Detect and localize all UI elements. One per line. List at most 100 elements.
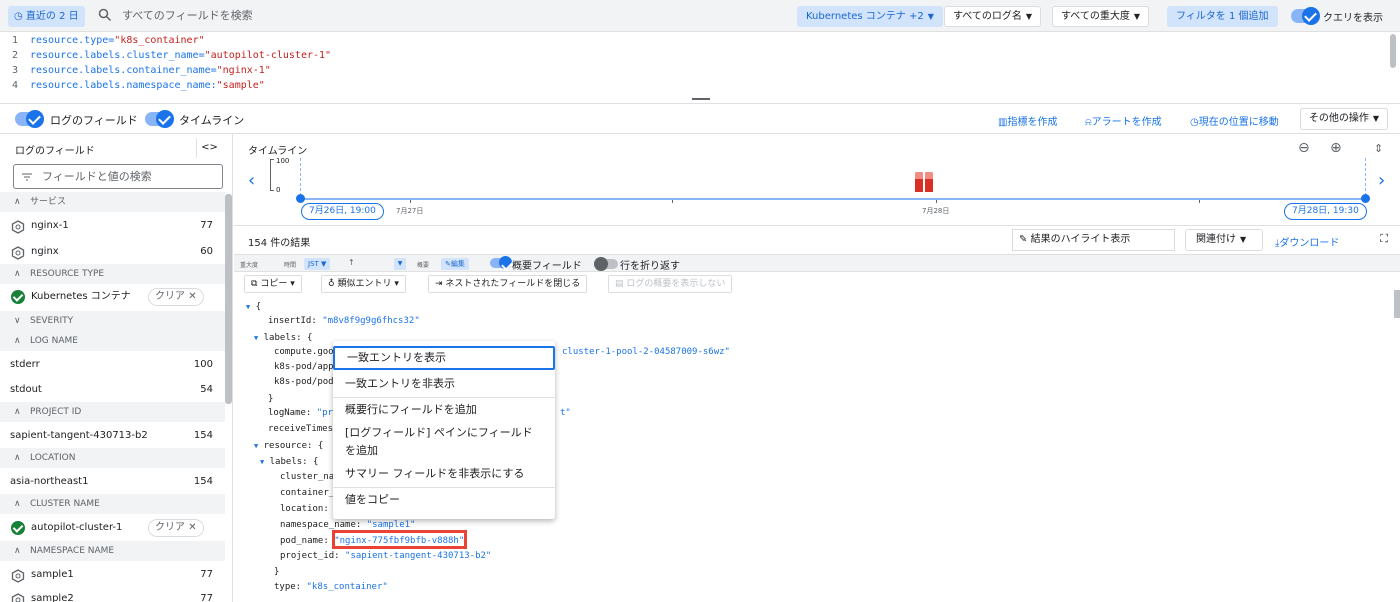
section-location[interactable]: ∧ LOCATION [0,448,225,468]
panel-scrollbar[interactable] [225,194,232,404]
clear-filter-button[interactable]: クリア ✕ [148,288,204,306]
json-line[interactable]: receiveTimest [268,422,338,436]
time-column[interactable]: 時間 [284,260,296,269]
menu-item-hide-summary-field[interactable]: サマリー フィールドを非表示にする [333,465,555,483]
json-line[interactable]: location: [280,502,329,516]
list-item[interactable]: Kubernetes コンテナ クリア ✕ [0,285,225,309]
results-scrollbar[interactable] [1394,290,1400,318]
hide-summary-button[interactable]: ▤ ログの概要を表示しない [608,275,733,293]
expand-arrow-icon[interactable]: ▼ [246,303,250,311]
section-cluster-name[interactable]: ∧ CLUSTER NAME [0,494,225,514]
query-editor[interactable]: 1 resource.type="k8s_container" 2 resource… [0,32,1400,104]
copy-button[interactable]: ⧉ コピー ▾ [244,275,302,293]
expand-arrow-icon[interactable]: ▼ [254,442,258,450]
query-scrollbar[interactable] [1390,34,1396,68]
json-line[interactable]: compute.goo [274,345,334,359]
json-line[interactable]: type: "k8s_container" [274,580,388,594]
list-item[interactable]: asia-northeast1 154 [0,470,225,494]
list-item[interactable]: autopilot-cluster-1 クリア ✕ [0,516,225,540]
correlate-button[interactable]: 関連付け ▼ [1185,229,1263,251]
json-line[interactable]: ▼ labels: { [254,331,312,345]
search-all-fields-input[interactable] [122,9,422,22]
section-project-id[interactable]: ∧ PROJECT ID [0,402,225,422]
list-item[interactable]: sample2 77 [0,587,225,602]
time-range-chip[interactable]: ◷ 直近の 2 日 [8,6,85,27]
json-line[interactable]: ▼ labels: { [260,455,318,469]
range-end-chip[interactable]: 7月28日, 19:30 [1284,203,1367,220]
zoom-out-icon[interactable]: ⊖ [1298,140,1310,156]
create-alert-button[interactable]: ⍾アラートを作成 [1085,113,1162,128]
timezone-chip[interactable]: JST ▼ [304,258,331,270]
histogram-bar[interactable] [925,172,933,192]
range-end-handle[interactable] [1361,194,1370,203]
menu-item-add-to-fields-pane[interactable]: [ログフィールド] ペインにフィールド [333,424,555,442]
create-metric-button[interactable]: ▥指標を作成 [998,113,1057,128]
list-item[interactable]: sapient-tangent-430713-b2 154 [0,424,225,448]
collapse-nested-button[interactable]: ⇥ ネストされたフィールドを閉じる [428,275,588,293]
json-value[interactable]: cluster-1-pool-2-04587009-s6wz" [562,345,730,359]
json-line[interactable]: container_ [280,486,334,500]
summary-fields-toggle[interactable] [490,256,512,269]
field-search-box[interactable] [13,164,223,189]
range-start-chip[interactable]: 7月26日, 19:00 [301,203,384,220]
clear-filter-button[interactable]: クリア ✕ [148,519,204,537]
similar-entries-button[interactable]: ♁ 類似エントリ ▾ [321,275,406,293]
json-line[interactable]: ▼ { [246,300,261,314]
chevron-left-icon[interactable]: ‹ [248,170,255,191]
resize-handle[interactable] [692,98,710,100]
log-fields-toggle[interactable] [15,110,44,128]
edit-summary-button[interactable]: ✎編集 [441,258,469,270]
histogram-bar[interactable] [915,172,923,192]
timeline-toggle[interactable] [145,110,174,128]
collapse-panel-button[interactable]: <> [196,138,222,158]
json-line[interactable]: logName: "pro [268,406,338,420]
chevron-right-icon[interactable]: › [1378,170,1385,191]
wrap-lines-toggle[interactable] [594,257,618,271]
chevron-up-icon: ∧ [14,336,21,346]
json-line[interactable]: cluster_na [280,470,334,484]
section-severity[interactable]: ∨ SEVERITY [0,311,225,331]
caret-down-icon[interactable]: ▼ [394,258,406,270]
expand-vertical-icon[interactable]: ⇕ [1374,142,1383,155]
section-service[interactable]: ∧ サービス [0,192,225,212]
section-namespace-name[interactable]: ∧ NAMESPACE NAME [0,541,225,561]
add-filter-button[interactable]: フィルタを 1 個追加 [1167,6,1278,27]
expand-arrow-icon[interactable]: ▼ [254,334,258,342]
list-item[interactable]: nginx 60 [0,240,225,264]
json-line[interactable]: insertId: "m8v8f9g9g6fhcs32" [268,314,420,328]
json-value[interactable]: t" [560,406,571,420]
json-line[interactable]: k8s-pod/app [274,360,334,374]
expand-arrow-icon[interactable]: ▼ [260,458,264,466]
list-item[interactable]: sample1 77 [0,563,225,587]
severity-button[interactable]: すべての重大度 ▼ [1052,6,1150,27]
y-axis-min: 0 [276,186,281,194]
json-line[interactable]: project_id: "sapient-tangent-430713-b2" [280,549,491,563]
section-log-name[interactable]: ∧ LOG NAME [0,331,225,351]
field-search-input[interactable] [42,170,212,183]
menu-item-copy-value[interactable]: 値をコピー [333,491,555,509]
menu-item-add-to-summary[interactable]: 概要行にフィールドを追加 [333,401,555,419]
show-query-toggle[interactable] [1291,7,1320,25]
fullscreen-icon[interactable]: ⛶ [1380,232,1388,246]
menu-item-add-to-fields-pane-cont[interactable]: を追加 [333,442,555,460]
menu-item-show-matching[interactable]: 一致エントリを表示 [333,346,555,370]
range-start-handle[interactable] [296,194,305,203]
json-line[interactable]: k8s-pod/pod [274,375,334,389]
download-button[interactable]: ⤓ダウンロード [1275,234,1339,249]
more-actions-button[interactable]: その他の操作 ▼ [1299,108,1388,130]
list-item[interactable]: stderr 100 [0,353,225,377]
section-resource-type[interactable]: ∧ RESOURCE TYPE [0,264,225,284]
chevron-up-icon: ∧ [14,499,21,509]
menu-item-hide-matching[interactable]: 一致エントリを非表示 [333,375,555,393]
highlight-results-input[interactable]: ✎ 結果のハイライト表示 [1012,229,1175,251]
resource-filter-button[interactable]: Kubernetes コンテナ +2 ▼ [797,6,943,27]
json-line[interactable]: ▼ resource: { [254,439,323,453]
list-item[interactable]: nginx-1 77 [0,214,225,238]
log-names-button[interactable]: すべてのログ名 ▼ [944,6,1042,27]
severity-column[interactable]: 重大度 [240,260,258,269]
zoom-in-icon[interactable]: ⊕ [1330,140,1342,156]
list-item[interactable]: stdout 54 [0,378,225,402]
sort-arrow-icon[interactable]: ↑ [348,258,355,267]
highlight-annotation [332,530,467,549]
jump-to-now-button[interactable]: ◷現在の位置に移動 [1190,113,1279,128]
